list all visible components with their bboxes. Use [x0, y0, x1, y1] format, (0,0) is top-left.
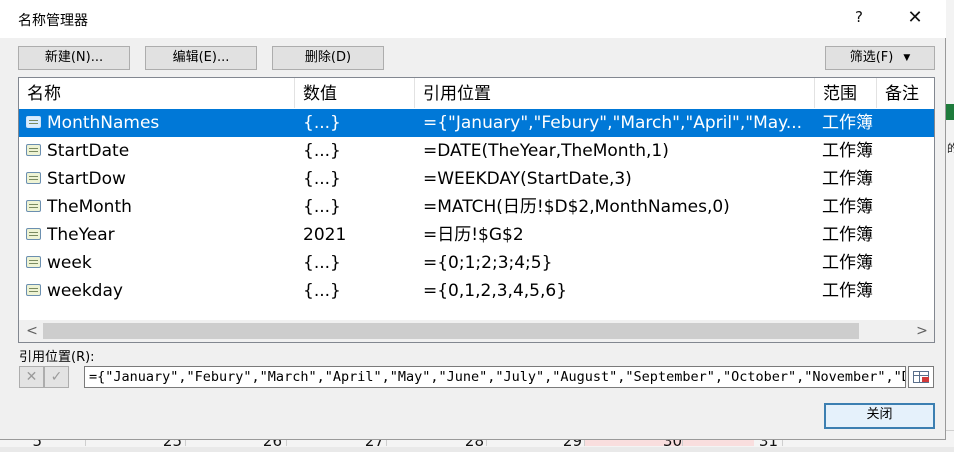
- row-scope: 工作簿: [822, 169, 873, 189]
- row-scope: 工作簿: [822, 281, 873, 301]
- row-refers-to: ={"January","Febury","March","April","Ma…: [423, 113, 803, 133]
- scroll-left-icon[interactable]: <: [23, 322, 41, 340]
- row-scope: 工作簿: [822, 141, 873, 161]
- named-range-icon: [26, 172, 41, 184]
- cancel-edit-button[interactable]: ✕: [19, 366, 44, 388]
- column-header-name[interactable]: 名称: [19, 78, 295, 108]
- row-value: {...}: [303, 113, 341, 133]
- row-scope: 工作簿: [822, 113, 873, 133]
- filter-button[interactable]: 筛选(F) ▼: [825, 46, 935, 70]
- name-manager-dialog: 名称管理器 ? ✕ 新建(N)... 编辑(E)... 删除(D) 筛选(F) ▼…: [0, 0, 946, 440]
- row-name: StartDow: [47, 169, 126, 189]
- column-header-refers-to[interactable]: 引用位置: [415, 78, 815, 108]
- dialog-title: 名称管理器: [18, 13, 88, 29]
- row-scope: 工作簿: [822, 197, 873, 217]
- column-header-comment[interactable]: 备注: [877, 78, 934, 108]
- table-row[interactable]: weekday {...} ={0,1,2,3,4,5,6} 工作簿: [19, 277, 934, 305]
- sheet-edge: [946, 0, 954, 446]
- edit-button[interactable]: 编辑(E)...: [145, 46, 257, 70]
- range-arrow-icon: [922, 377, 929, 382]
- scroll-thumb[interactable]: [43, 323, 859, 339]
- row-name: TheYear: [47, 225, 115, 245]
- close-icon[interactable]: ✕: [902, 7, 928, 31]
- new-button[interactable]: 新建(N)...: [18, 46, 130, 70]
- horizontal-scrollbar[interactable]: < >: [19, 320, 934, 342]
- row-refers-to: =WEEKDAY(StartDate,3): [423, 169, 632, 189]
- row-name: weekday: [47, 281, 123, 301]
- row-value: {...}: [303, 253, 341, 273]
- named-range-icon: [26, 144, 41, 156]
- table-row[interactable]: MonthNames {...} ={"January","Febury","M…: [19, 109, 934, 137]
- row-scope: 工作簿: [822, 253, 873, 273]
- table-row[interactable]: week {...} ={0;1;2;3;4;5} 工作簿: [19, 249, 934, 277]
- refers-to-input[interactable]: ={"January","Febury","March","April","Ma…: [84, 366, 906, 388]
- row-value: {...}: [303, 197, 341, 217]
- confirm-edit-button[interactable]: ✓: [44, 366, 69, 388]
- row-refers-to: ={0,1,2,3,4,5,6}: [423, 281, 568, 301]
- row-name: TheMonth: [47, 197, 132, 217]
- column-header-scope[interactable]: 范围: [815, 78, 877, 108]
- row-refers-to: =DATE(TheYear,TheMonth,1): [423, 141, 669, 161]
- row-value: {...}: [303, 141, 341, 161]
- collapse-range-button[interactable]: [908, 366, 934, 388]
- table-row[interactable]: StartDow {...} =WEEKDAY(StartDate,3) 工作簿: [19, 165, 934, 193]
- named-range-icon: [26, 228, 41, 240]
- row-refers-to: =日历!$G$2: [423, 225, 524, 245]
- table-row[interactable]: TheMonth {...} =MATCH(日历!$D$2,MonthNames…: [19, 193, 934, 221]
- list-header: 名称 数值 引用位置 范围 备注: [19, 78, 934, 108]
- chevron-down-icon: ▼: [903, 53, 911, 63]
- table-row[interactable]: TheYear 2021 =日历!$G$2 工作簿: [19, 221, 934, 249]
- named-range-icon: [26, 200, 41, 212]
- title-bar: 名称管理器 ? ✕: [0, 0, 946, 38]
- row-name: StartDate: [47, 141, 130, 161]
- row-scope: 工作簿: [822, 225, 873, 245]
- sheet-green-mark: [946, 104, 954, 120]
- refers-to-label: 引用位置(R):: [19, 350, 95, 365]
- row-value: {...}: [303, 169, 341, 189]
- close-button[interactable]: 关闭: [824, 403, 935, 429]
- row-value: 2021: [303, 225, 347, 245]
- sheet-side-text: 的: [947, 142, 954, 155]
- table-row[interactable]: StartDate {...} =DATE(TheYear,TheMonth,1…: [19, 137, 934, 165]
- scroll-right-icon[interactable]: >: [913, 322, 931, 340]
- row-refers-to: =MATCH(日历!$D$2,MonthNames,0): [423, 197, 730, 217]
- row-name: week: [47, 253, 92, 273]
- row-refers-to: ={0;1;2;3;4;5}: [423, 253, 553, 273]
- help-icon[interactable]: ?: [850, 8, 868, 30]
- names-list[interactable]: 名称 数值 引用位置 范围 备注 MonthNames {...} ={"Jan…: [18, 77, 935, 343]
- column-header-value[interactable]: 数值: [295, 78, 415, 108]
- named-range-icon: [26, 116, 41, 128]
- row-name: MonthNames: [47, 113, 160, 133]
- row-value: {...}: [303, 281, 341, 301]
- named-range-icon: [26, 256, 41, 268]
- named-range-icon: [26, 284, 41, 296]
- delete-button[interactable]: 删除(D): [272, 46, 384, 70]
- filter-button-label: 筛选(F): [849, 50, 894, 65]
